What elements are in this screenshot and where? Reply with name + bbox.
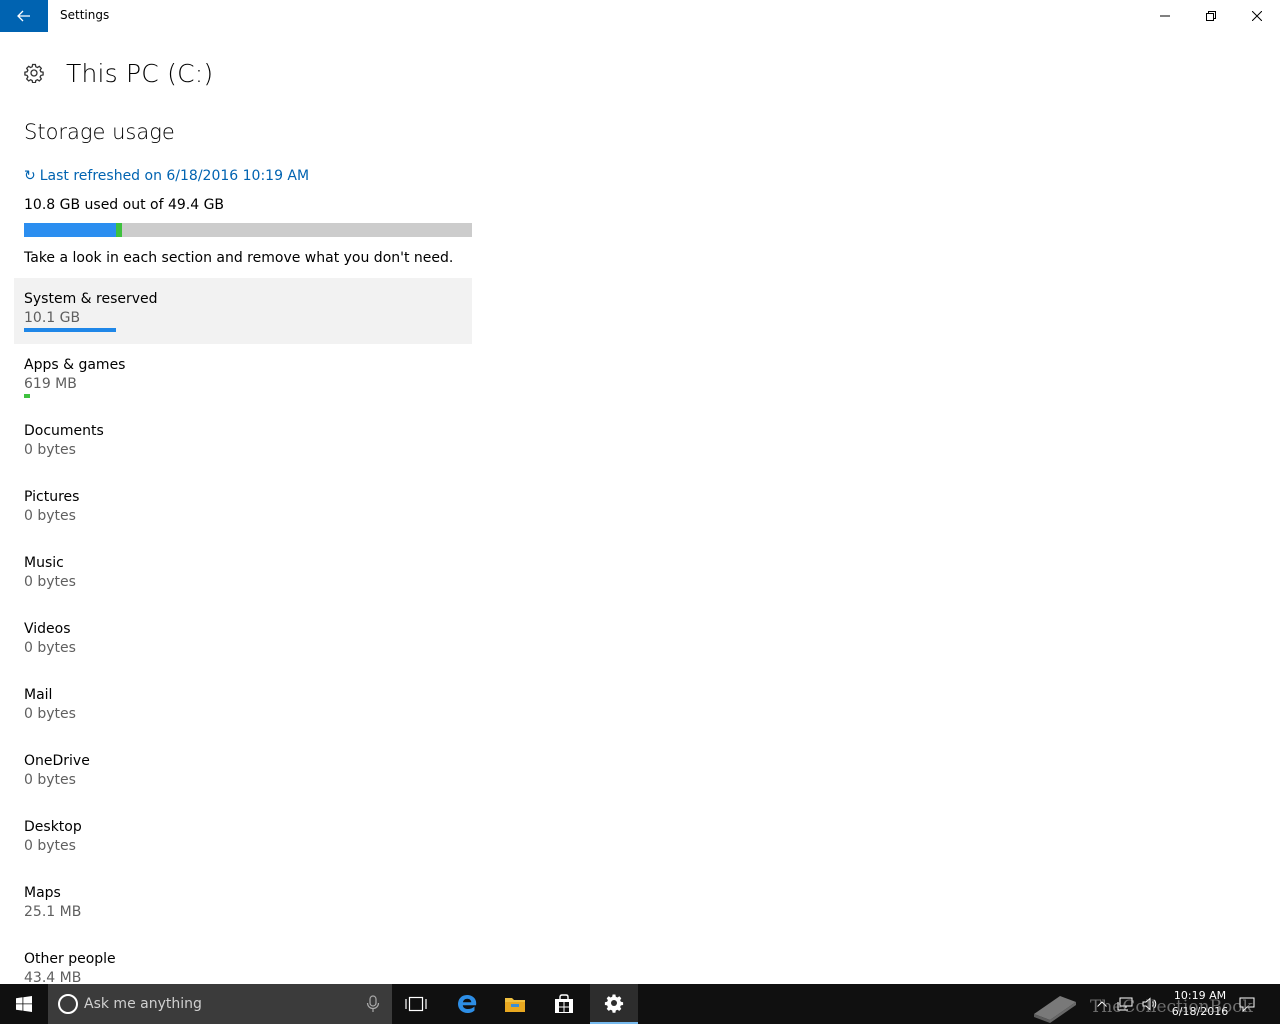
action-center-button[interactable] <box>1234 984 1260 1024</box>
storage-item-bar <box>24 394 30 398</box>
storage-item-size: 0 bytes <box>24 706 76 722</box>
windows-logo-icon <box>16 996 32 1012</box>
microphone-icon[interactable] <box>366 995 380 1013</box>
storage-item-name: Documents <box>24 423 104 439</box>
restore-button[interactable] <box>1188 0 1234 32</box>
storage-item-desktop[interactable]: Desktop 0 bytes <box>14 806 472 872</box>
storage-item-music[interactable]: Music 0 bytes <box>14 542 472 608</box>
volume-icon <box>1142 997 1157 1011</box>
storage-item-name: Maps <box>24 885 61 901</box>
close-icon <box>1252 11 1262 21</box>
storage-category-list: System & reserved 10.1 GB Apps & games 6… <box>14 278 472 1004</box>
edge-browser-button[interactable] <box>443 984 491 1024</box>
storage-item-name: Videos <box>24 621 71 637</box>
refresh-label: Last refreshed on 6/18/2016 10:19 AM <box>39 168 310 184</box>
clock-time: 10:19 AM <box>1173 989 1227 1002</box>
taskbar-clock[interactable]: 10:19 AM 6/18/2016 <box>1160 988 1240 1020</box>
storage-item-bar <box>24 328 116 332</box>
usage-bar-system-segment <box>24 223 116 237</box>
storage-item-apps-games[interactable]: Apps & games 619 MB <box>14 344 472 410</box>
settings-taskbar-button[interactable] <box>590 984 638 1024</box>
storage-item-size: 0 bytes <box>24 838 76 854</box>
task-view-icon <box>405 996 427 1012</box>
restore-icon <box>1206 11 1216 21</box>
usage-bar <box>24 223 472 237</box>
storage-item-size: 0 bytes <box>24 574 76 590</box>
store-button[interactable] <box>540 984 588 1024</box>
start-button[interactable] <box>0 984 48 1024</box>
storage-item-name: Mail <box>24 687 53 703</box>
storage-item-system-reserved[interactable]: System & reserved 10.1 GB <box>14 278 472 344</box>
usage-bar-apps-segment <box>116 223 122 237</box>
storage-item-documents[interactable]: Documents 0 bytes <box>14 410 472 476</box>
storage-item-size: 619 MB <box>24 376 77 392</box>
clock-date: 6/18/2016 <box>1171 1005 1229 1018</box>
task-view-button[interactable] <box>392 984 440 1024</box>
folder-icon <box>505 998 525 1012</box>
network-button[interactable] <box>1114 984 1136 1024</box>
storage-item-size: 25.1 MB <box>24 904 82 920</box>
title-bar: Settings <box>0 0 1280 32</box>
page-header: This PC (C:) <box>24 56 213 90</box>
cortana-icon <box>58 994 78 1014</box>
storage-item-size: 0 bytes <box>24 508 76 524</box>
storage-item-name: OneDrive <box>24 753 90 769</box>
storage-item-name: Apps & games <box>24 357 126 373</box>
gear-icon <box>24 63 44 83</box>
show-hidden-icons-button[interactable] <box>1092 984 1112 1024</box>
storage-item-size: 0 bytes <box>24 772 76 788</box>
storage-item-size: 0 bytes <box>24 640 76 656</box>
storage-item-name: System & reserved <box>24 291 158 307</box>
hint-text: Take a look in each section and remove w… <box>24 250 454 266</box>
notification-icon <box>1239 997 1255 1012</box>
chevron-up-icon <box>1097 1001 1107 1007</box>
used-summary: 10.8 GB used out of 49.4 GB <box>24 197 225 213</box>
minimize-icon <box>1160 15 1170 17</box>
file-explorer-button[interactable] <box>491 984 539 1024</box>
storage-item-name: Pictures <box>24 489 80 505</box>
minimize-button[interactable] <box>1142 0 1188 32</box>
page-title: This PC (C:) <box>66 58 214 88</box>
network-icon <box>1117 997 1133 1011</box>
storage-item-maps[interactable]: Maps 25.1 MB <box>14 872 472 938</box>
storage-item-name: Other people <box>24 951 116 967</box>
storage-item-onedrive[interactable]: OneDrive 0 bytes <box>14 740 472 806</box>
taskbar: 10:19 AM 6/18/2016 <box>0 984 1280 1024</box>
back-arrow-icon <box>17 10 30 22</box>
edge-icon <box>458 995 477 1013</box>
refresh-link[interactable]: ↻ Last refreshed on 6/18/2016 10:19 AM <box>24 168 309 184</box>
back-button[interactable] <box>0 0 48 32</box>
storage-item-name: Desktop <box>24 819 82 835</box>
close-button[interactable] <box>1234 0 1280 32</box>
storage-item-name: Music <box>24 555 64 571</box>
storage-item-pictures[interactable]: Pictures 0 bytes <box>14 476 472 542</box>
storage-item-mail[interactable]: Mail 0 bytes <box>14 674 472 740</box>
storage-item-size: 10.1 GB <box>24 310 81 326</box>
storage-item-videos[interactable]: Videos 0 bytes <box>14 608 472 674</box>
volume-button[interactable] <box>1138 984 1162 1024</box>
store-icon <box>555 994 573 1013</box>
cortana-search-box[interactable] <box>48 984 392 1024</box>
refresh-icon: ↻ <box>24 168 36 184</box>
settings-gear-icon <box>604 994 624 1013</box>
storage-usage-heading: Storage usage <box>24 120 175 144</box>
app-title: Settings <box>60 8 110 22</box>
search-input[interactable] <box>84 996 354 1012</box>
storage-item-size: 0 bytes <box>24 442 76 458</box>
